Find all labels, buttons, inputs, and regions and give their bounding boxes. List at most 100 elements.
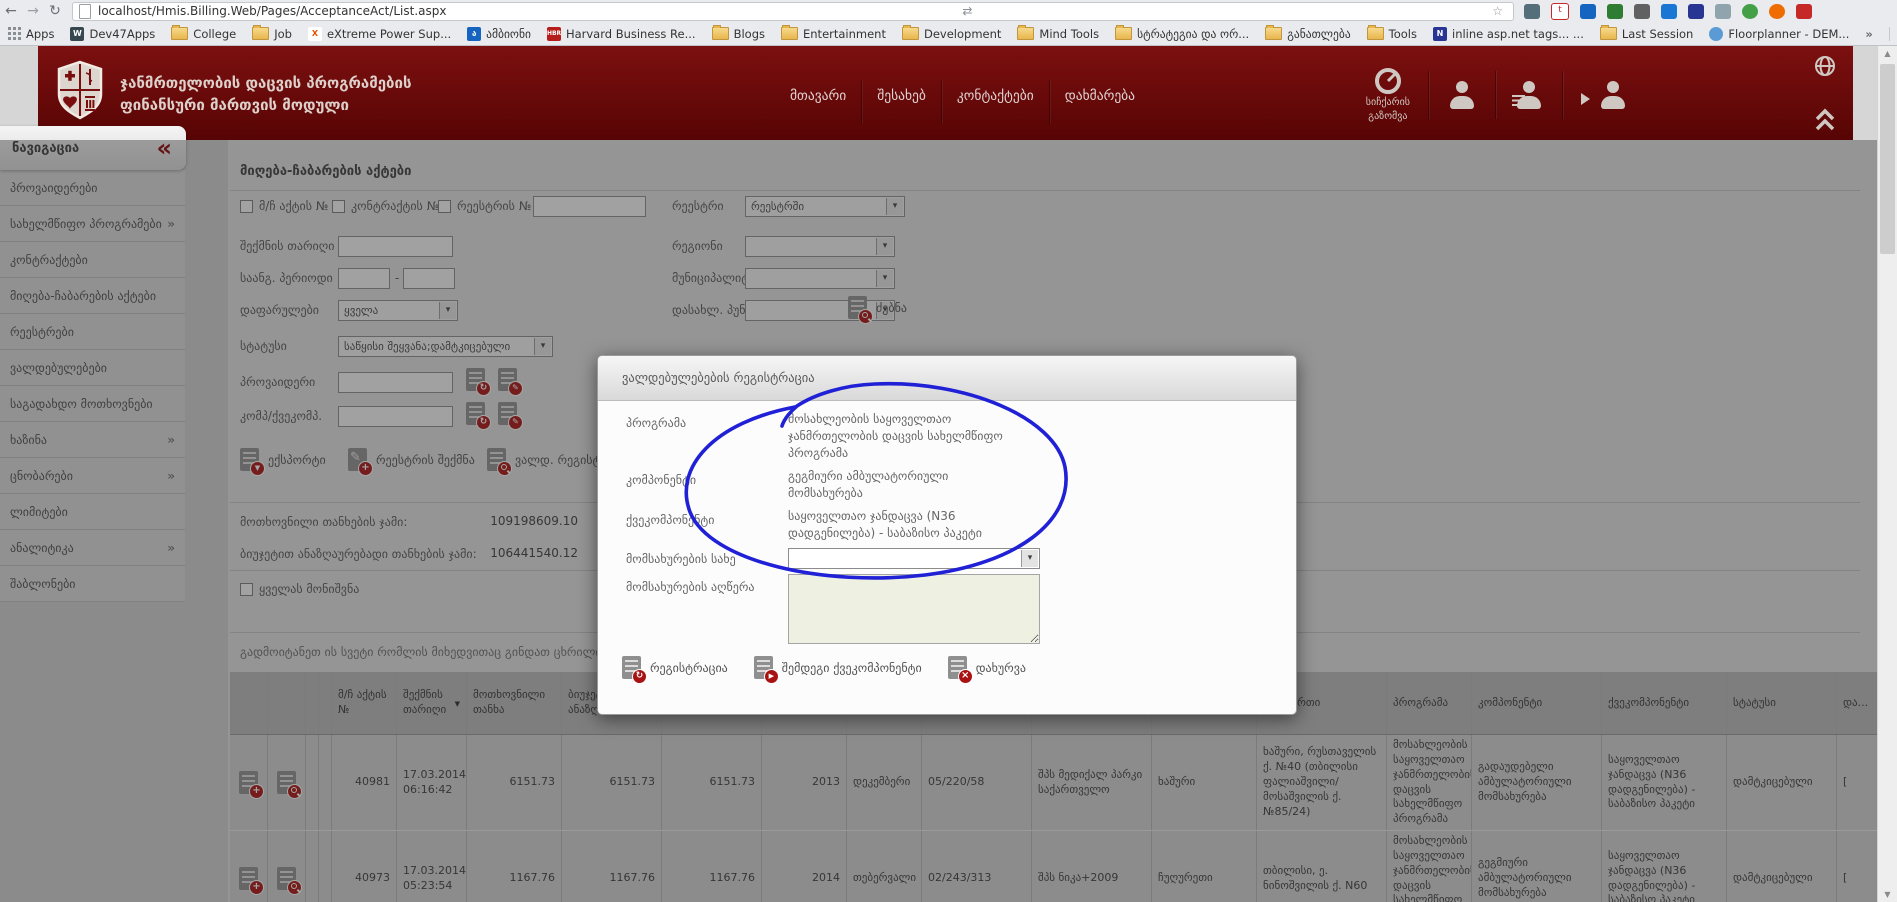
extension-icon-grid[interactable] (1661, 4, 1677, 19)
user-icon (1598, 81, 1628, 109)
register-button[interactable]: რეგისტრაცია (622, 656, 728, 679)
bookmark-label: Harvard Business Re... (566, 27, 696, 41)
component-label: კომპონენტი (626, 473, 696, 487)
bookmark-label: Floorplanner - DEM... (1728, 27, 1849, 41)
scroll-down-icon[interactable]: ▼ (1878, 890, 1897, 899)
dialog-title: ვალდებულებების რეგისტრაცია (598, 356, 1296, 401)
extension-icon-indigo[interactable] (1688, 4, 1704, 19)
bookmark[interactable]: Job (252, 27, 292, 41)
extension-icon-red[interactable] (1796, 4, 1812, 19)
url-bar[interactable]: localhost/Hmis.Billing.Web/Pages/Accepta… (72, 2, 1514, 21)
service-type-select[interactable] (788, 548, 1040, 569)
folder-icon (1115, 27, 1132, 40)
extension-icon-blue[interactable] (1580, 4, 1596, 19)
bookmark-label: inline asp.net tags... ... (1452, 27, 1584, 41)
extension-icon-tv[interactable] (1524, 4, 1540, 19)
reload-button[interactable] (44, 0, 66, 22)
nav-about[interactable]: შესახებ (861, 80, 941, 124)
speed-label-1: სიჩქარის (1366, 96, 1410, 110)
bookmark-star-icon[interactable] (1488, 4, 1507, 18)
w-app-icon: W (70, 27, 84, 41)
folder-icon (1265, 27, 1282, 40)
folder-icon (712, 27, 729, 40)
scrollbar-thumb[interactable] (1880, 64, 1895, 254)
floorplanner-icon (1709, 27, 1723, 41)
bookmark[interactable]: Tools (1367, 27, 1417, 41)
folder-icon (1367, 27, 1384, 40)
app-title-line2: ფინანსური მართვის მოდული (120, 94, 411, 116)
extension-icon-orange[interactable] (1769, 4, 1785, 19)
next-subcomponent-button[interactable]: შემდეგი ქვეკომპონენტი (754, 656, 922, 679)
logout-button[interactable] (1581, 81, 1628, 109)
extension-icon-green-arrows[interactable] (1607, 4, 1623, 19)
app-logo (56, 60, 104, 120)
bookmark-label: Job (274, 27, 292, 41)
bookmark[interactable]: XeXtreme Power Sup... (308, 27, 451, 41)
bookmark[interactable]: აამბიონი (467, 27, 531, 41)
nav-help[interactable]: დახმარება (1049, 80, 1150, 124)
apps-grid-icon (8, 27, 21, 40)
program-value: მოსახლეობის საყოველთაო ჯანმრთელობის დაცვ… (788, 411, 1003, 462)
scroll-up-icon[interactable]: ▲ (1878, 49, 1897, 58)
bookmark[interactable]: Last Session (1600, 27, 1694, 41)
bookmark-label: Dev47Apps (89, 27, 155, 41)
program-label: პროგრამა (626, 416, 686, 430)
scrollbar[interactable]: ▲ ▼ (1877, 46, 1897, 902)
bookmark-label: სტრატეგია და ორ... (1137, 27, 1249, 41)
extension-icon-pin[interactable] (1742, 4, 1758, 19)
extension-icon-t[interactable]: t (1551, 3, 1569, 20)
folder-icon (781, 27, 798, 40)
extension-icons: t (1524, 3, 1812, 20)
extension-icon-cloud[interactable] (1715, 4, 1731, 19)
bookmark-label: Development (924, 27, 1001, 41)
list-lines-icon (1512, 95, 1525, 107)
hbr-icon: HBR (547, 27, 561, 41)
user-profile-icon[interactable] (1447, 81, 1477, 109)
translate-icon[interactable] (958, 4, 976, 18)
nav-contacts[interactable]: კონტაქტები (941, 80, 1049, 124)
bookmark[interactable]: Ninline asp.net tags... ... (1433, 27, 1584, 41)
speed-test-button[interactable]: სიჩქარის გაზომვა (1366, 66, 1410, 124)
collapse-header-chevrons-icon[interactable] (1814, 108, 1836, 132)
folder-icon (1017, 27, 1034, 40)
obligations-registration-dialog: ვალდებულებების რეგისტრაცია პროგრამა მოსა… (597, 355, 1297, 715)
app-title-line1: ჯანმრთელობის დაცვის პროგრამების (120, 72, 411, 94)
app-title: ჯანმრთელობის დაცვის პროგრამების ფინანსურ… (120, 72, 411, 116)
apps-shortcut[interactable]: Apps (8, 27, 54, 41)
bookmark-label: Blogs (734, 27, 765, 41)
dialog-buttons: რეგისტრაცია შემდეგი ქვეკომპონენტი დახურვ… (622, 656, 1026, 679)
other-bookmarks[interactable]: Other bookmarks (1889, 27, 1897, 41)
folder-icon (1600, 27, 1617, 40)
close-button[interactable]: დახურვა (948, 656, 1026, 679)
nav-home[interactable]: მთავარი (775, 80, 861, 124)
bookmark[interactable]: Development (902, 27, 1001, 41)
refresh-badge-icon (632, 669, 647, 684)
bookmark[interactable]: Blogs (712, 27, 765, 41)
service-description-textarea[interactable] (788, 574, 1040, 644)
app-header: ჯანმრთელობის დაცვის პროგრამების ფინანსურ… (38, 46, 1853, 140)
forward-button[interactable] (22, 0, 44, 22)
bookmark[interactable]: სტრატეგია და ორ... (1115, 27, 1249, 41)
bookmark[interactable]: Floorplanner - DEM... (1709, 27, 1849, 41)
document-icon (754, 656, 773, 679)
folder-icon (902, 27, 919, 40)
back-button[interactable] (0, 0, 22, 22)
bookmark[interactable]: Entertainment (781, 27, 886, 41)
bookmark[interactable]: განათლება (1265, 27, 1350, 41)
bookmark[interactable]: W Dev47Apps (70, 27, 155, 41)
user-list-button[interactable] (1514, 81, 1544, 109)
n-app-icon: N (1433, 27, 1447, 41)
bookmark[interactable]: College (171, 27, 236, 41)
extension-icon-dots[interactable] (1634, 4, 1650, 19)
next-arrow-badge-icon (764, 669, 779, 684)
main-nav: მთავარი შესახებ კონტაქტები დახმარება (775, 80, 1150, 124)
bookmark[interactable]: Mind Tools (1017, 27, 1099, 41)
bookmarks-overflow-chevron[interactable] (1865, 27, 1872, 41)
globe-icon[interactable] (1813, 54, 1837, 78)
bookmark-label: ამბიონი (486, 27, 531, 41)
register-label: რეგისტრაცია (650, 661, 728, 675)
document-icon (948, 656, 967, 679)
folder-icon (252, 27, 269, 40)
bookmark-label: Entertainment (803, 27, 886, 41)
bookmark[interactable]: HBR Harvard Business Re... (547, 27, 696, 41)
